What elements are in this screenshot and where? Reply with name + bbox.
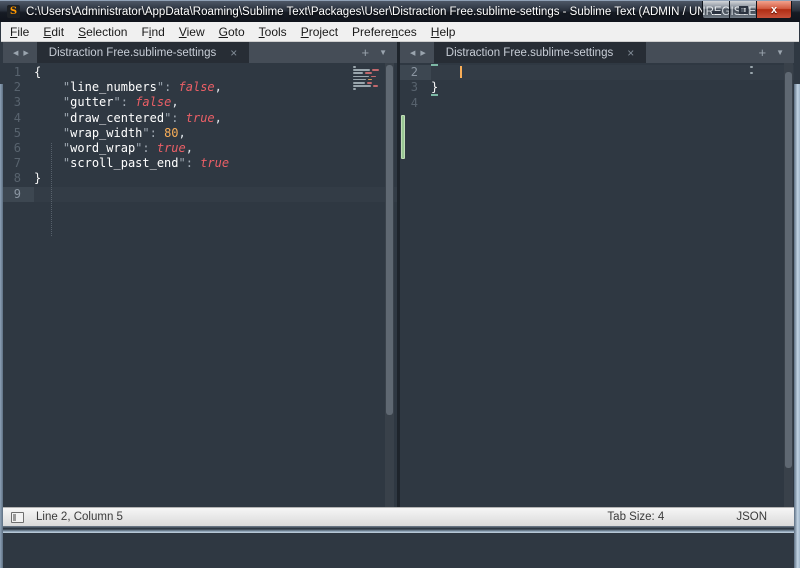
right-editor[interactable]: 1{2 3}4	[400, 63, 794, 507]
minimap[interactable]	[750, 66, 753, 79]
line-number: 8	[3, 171, 34, 186]
new-tab-button[interactable]: +	[353, 45, 377, 60]
menu-selection[interactable]: Selection	[71, 23, 134, 41]
new-tab-button[interactable]: +	[750, 45, 774, 60]
right-pane: ◀ ▶ Distraction Free.sublime-settings × …	[400, 42, 794, 507]
menu-tools[interactable]: Tools	[252, 23, 294, 41]
tab-scroll-arrows[interactable]: ◀ ▶	[400, 42, 434, 63]
line-number: 6	[3, 141, 34, 156]
line-number: 7	[3, 156, 34, 171]
code-line: 2 "line_numbers": false,	[3, 80, 397, 95]
tab-size-indicator[interactable]: Tab Size: 4	[607, 511, 664, 523]
tab-title: Distraction Free.sublime-settings	[446, 47, 613, 59]
menu-goto[interactable]: Goto	[212, 23, 252, 41]
code-line: 2	[400, 65, 794, 80]
close-window-button[interactable]: x	[757, 1, 792, 19]
indent-guide	[51, 143, 52, 236]
syntax-indicator[interactable]: JSON	[736, 511, 767, 523]
tab-dropdown-icon[interactable]: ▼	[774, 48, 794, 57]
scrollbar-thumb[interactable]	[386, 65, 393, 415]
text-cursor	[460, 66, 462, 78]
line-number: 5	[3, 126, 34, 141]
scroll-tabs-right-icon[interactable]: ▶	[23, 49, 28, 57]
scrollbar-thumb[interactable]	[785, 72, 792, 468]
tab-title: Distraction Free.sublime-settings	[49, 47, 216, 59]
panel-switcher-icon[interactable]	[11, 512, 24, 523]
window-right-border	[794, 84, 800, 568]
code-line: 9	[3, 187, 397, 202]
window-bottom-border	[0, 526, 800, 533]
scroll-tabs-left-icon[interactable]: ◀	[410, 49, 415, 57]
maximize-button[interactable]	[730, 1, 757, 19]
code-line: 8}	[3, 171, 397, 186]
left-editor[interactable]: 1{2 "line_numbers": false,3 "gutter": fa…	[3, 63, 397, 507]
maximize-icon	[739, 6, 748, 14]
vertical-scrollbar[interactable]	[784, 63, 793, 507]
tab-dropdown-icon[interactable]: ▼	[377, 48, 397, 57]
app-icon: S	[7, 5, 20, 18]
sublime-text-window: S C:\Users\Administrator\AppData\Roaming…	[0, 0, 800, 533]
title-bar[interactable]: S C:\Users\Administrator\AppData\Roaming…	[0, 0, 800, 22]
minimize-button[interactable]	[702, 1, 730, 19]
window-left-border	[0, 84, 3, 568]
menu-preferences[interactable]: Preferences	[345, 23, 424, 41]
menu-project[interactable]: Project	[294, 23, 345, 41]
scroll-tabs-right-icon[interactable]: ▶	[420, 49, 425, 57]
code-line: 5 "wrap_width": 80,	[3, 126, 397, 141]
menu-find[interactable]: Find	[134, 23, 171, 41]
status-bar: Line 2, Column 5 Tab Size: 4 JSON	[1, 507, 799, 526]
code-line: 4 "draw_centered": true,	[3, 111, 397, 126]
vertical-scrollbar[interactable]	[385, 63, 394, 507]
line-number: 2	[400, 65, 431, 80]
menu-help[interactable]: Help	[424, 23, 463, 41]
diff-added-marker	[401, 115, 405, 159]
minimize-icon	[712, 11, 721, 14]
line-number: 2	[3, 80, 34, 95]
line-number: 3	[3, 95, 34, 110]
menu-view[interactable]: View	[172, 23, 212, 41]
right-tab-bar: ◀ ▶ Distraction Free.sublime-settings × …	[400, 42, 794, 63]
code-line: 7 "scroll_past_end": true	[3, 156, 397, 171]
tab-close-icon[interactable]: ×	[230, 48, 237, 58]
line-number: 1	[3, 65, 34, 80]
tab-close-icon[interactable]: ×	[627, 48, 634, 58]
code-line: 1{	[3, 65, 397, 80]
menu-edit[interactable]: Edit	[36, 23, 71, 41]
line-number: 9	[3, 187, 34, 202]
editor-workspace: ◀ ▶ Distraction Free.sublime-settings × …	[0, 42, 800, 507]
minimap[interactable]	[353, 66, 379, 92]
close-icon: x	[771, 2, 777, 18]
scroll-tabs-left-icon[interactable]: ◀	[13, 49, 18, 57]
left-tab-bar: ◀ ▶ Distraction Free.sublime-settings × …	[3, 42, 397, 63]
code-line: 6 "word_wrap": true,	[3, 141, 397, 156]
menu-file[interactable]: File	[3, 23, 36, 41]
tab-distraction-free-settings[interactable]: Distraction Free.sublime-settings ×	[37, 42, 249, 63]
menu-bar: FileEditSelectionFindViewGotoToolsProjec…	[1, 22, 799, 42]
window-title: C:\Users\Administrator\AppData\Roaming\S…	[26, 6, 784, 18]
code-line: 3}	[400, 80, 794, 95]
cursor-position: Line 2, Column 5	[36, 511, 123, 523]
tab-distraction-free-settings[interactable]: Distraction Free.sublime-settings ×	[434, 42, 646, 63]
code-line: 4	[400, 96, 794, 111]
left-pane: ◀ ▶ Distraction Free.sublime-settings × …	[3, 42, 397, 507]
line-number: 4	[400, 96, 431, 111]
code-line: 3 "gutter": false,	[3, 95, 397, 110]
line-number: 4	[3, 111, 34, 126]
line-number: 3	[400, 80, 431, 95]
tab-scroll-arrows[interactable]: ◀ ▶	[3, 42, 37, 63]
